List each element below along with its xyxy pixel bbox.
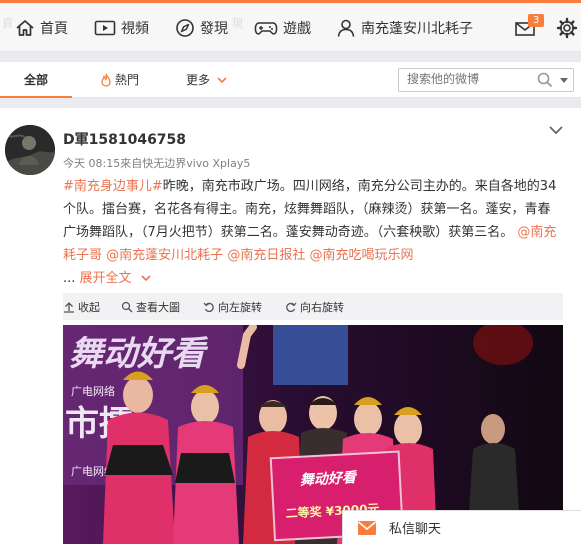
prize-board-logo: 舞动好看 <box>299 469 358 489</box>
nav-game-label: 遊戲 <box>283 21 311 37</box>
user-icon <box>337 19 355 37</box>
rotate-right-icon <box>286 302 297 313</box>
nav-video[interactable]: 視頻 <box>94 14 149 42</box>
mention-link[interactable]: @南充吃喝玩乐网 <box>309 248 413 263</box>
chevron-down-icon <box>141 275 151 282</box>
post-body: #南充身边事儿#昨晚，南充市政广场。四川网络，南充分公司主办的。来自各地的34个… <box>63 175 561 290</box>
tab-hot-label: 熱門 <box>115 73 140 87</box>
video-icon <box>94 20 116 36</box>
tab-more-label: 更多 <box>186 73 211 87</box>
feed-tab-bar: 全部 熱門 更多 <box>0 62 581 98</box>
search-dropdown-icon[interactable] <box>559 77 569 85</box>
ghost-text: 現 <box>232 17 243 30</box>
nav-profile[interactable]: 南充蓬安川北耗子 <box>336 14 473 42</box>
avatar[interactable] <box>5 125 55 175</box>
mention-link[interactable]: @南充蓬安川北耗子 <box>106 248 223 263</box>
search-box <box>398 68 574 92</box>
game-icon <box>254 22 278 35</box>
tab-more[interactable]: 更多 <box>186 62 228 98</box>
mail-badge: 3 <box>528 14 545 27</box>
banner-top-text: 舞动好看 <box>69 334 209 374</box>
nav-home[interactable]: 首頁 <box>15 14 68 42</box>
nav-discover[interactable]: 發現 <box>175 14 228 42</box>
expand-full-text-link[interactable]: 展开全文 <box>80 271 152 286</box>
nav-discover-label: 發現 <box>200 21 228 37</box>
view-large-button[interactable]: 查看大圖 <box>121 299 180 315</box>
nav-home-label: 首頁 <box>40 21 68 37</box>
post-card: D軍1581046758 今天 08:15來自快无边界vivo Xplay5 #… <box>0 108 581 544</box>
rotate-right-button[interactable]: 向右旋转 <box>285 299 344 315</box>
nav-profile-label: 南充蓬安川北耗子 <box>361 21 473 37</box>
ellipsis: ... <box>63 271 76 286</box>
search-input[interactable] <box>407 72 527 86</box>
post-menu-chevron-icon[interactable] <box>548 124 564 136</box>
rotate-left-button[interactable]: 向左旋转 <box>203 299 262 315</box>
avatar-image <box>5 125 55 175</box>
chat-label: 私信聊天 <box>389 522 442 537</box>
rotate-left-icon <box>203 302 214 313</box>
home-icon <box>16 20 34 36</box>
topic-link[interactable]: #南充身边事儿# <box>63 179 163 194</box>
magnifier-icon <box>121 301 133 313</box>
nav-video-label: 視頻 <box>121 21 149 37</box>
chevron-down-icon <box>217 77 227 84</box>
mention-link[interactable]: @南充日报社 <box>227 248 305 263</box>
post-username[interactable]: D軍1581046758 <box>63 129 186 149</box>
top-navigation: 頁 首頁 視頻 發現 現 遊戲 南充蓬安川北耗子 3 <box>0 0 581 52</box>
rotate-right-label: 向右旋转 <box>300 301 344 314</box>
settings-button[interactable] <box>556 14 581 42</box>
collapse-button[interactable]: 收起 <box>63 299 100 315</box>
search-icon[interactable] <box>537 72 553 88</box>
flame-icon <box>101 73 111 87</box>
discover-icon <box>176 19 194 37</box>
post-meta: 今天 08:15來自快无边界vivo Xplay5 <box>63 157 251 170</box>
rotate-left-label: 向左旋转 <box>218 301 262 314</box>
tab-hot[interactable]: 熱門 <box>100 62 139 98</box>
tab-all[interactable]: 全部 <box>0 62 72 98</box>
banner-small-text: 广电网络 <box>71 384 115 398</box>
collapse-label: 收起 <box>78 301 100 314</box>
ghost-text: 頁 <box>2 17 13 30</box>
mail-icon <box>357 520 377 535</box>
private-message-chat-button[interactable]: 私信聊天 <box>342 510 581 544</box>
view-large-label: 查看大圖 <box>136 301 180 314</box>
nav-game[interactable]: 遊戲 <box>254 14 311 42</box>
gear-icon <box>556 17 578 39</box>
image-toolbar: 收起 查看大圖 向左旋转 向右旋转 <box>63 293 563 320</box>
collapse-arrow-icon <box>64 302 74 313</box>
expand-label: 展开全文 <box>79 271 132 286</box>
